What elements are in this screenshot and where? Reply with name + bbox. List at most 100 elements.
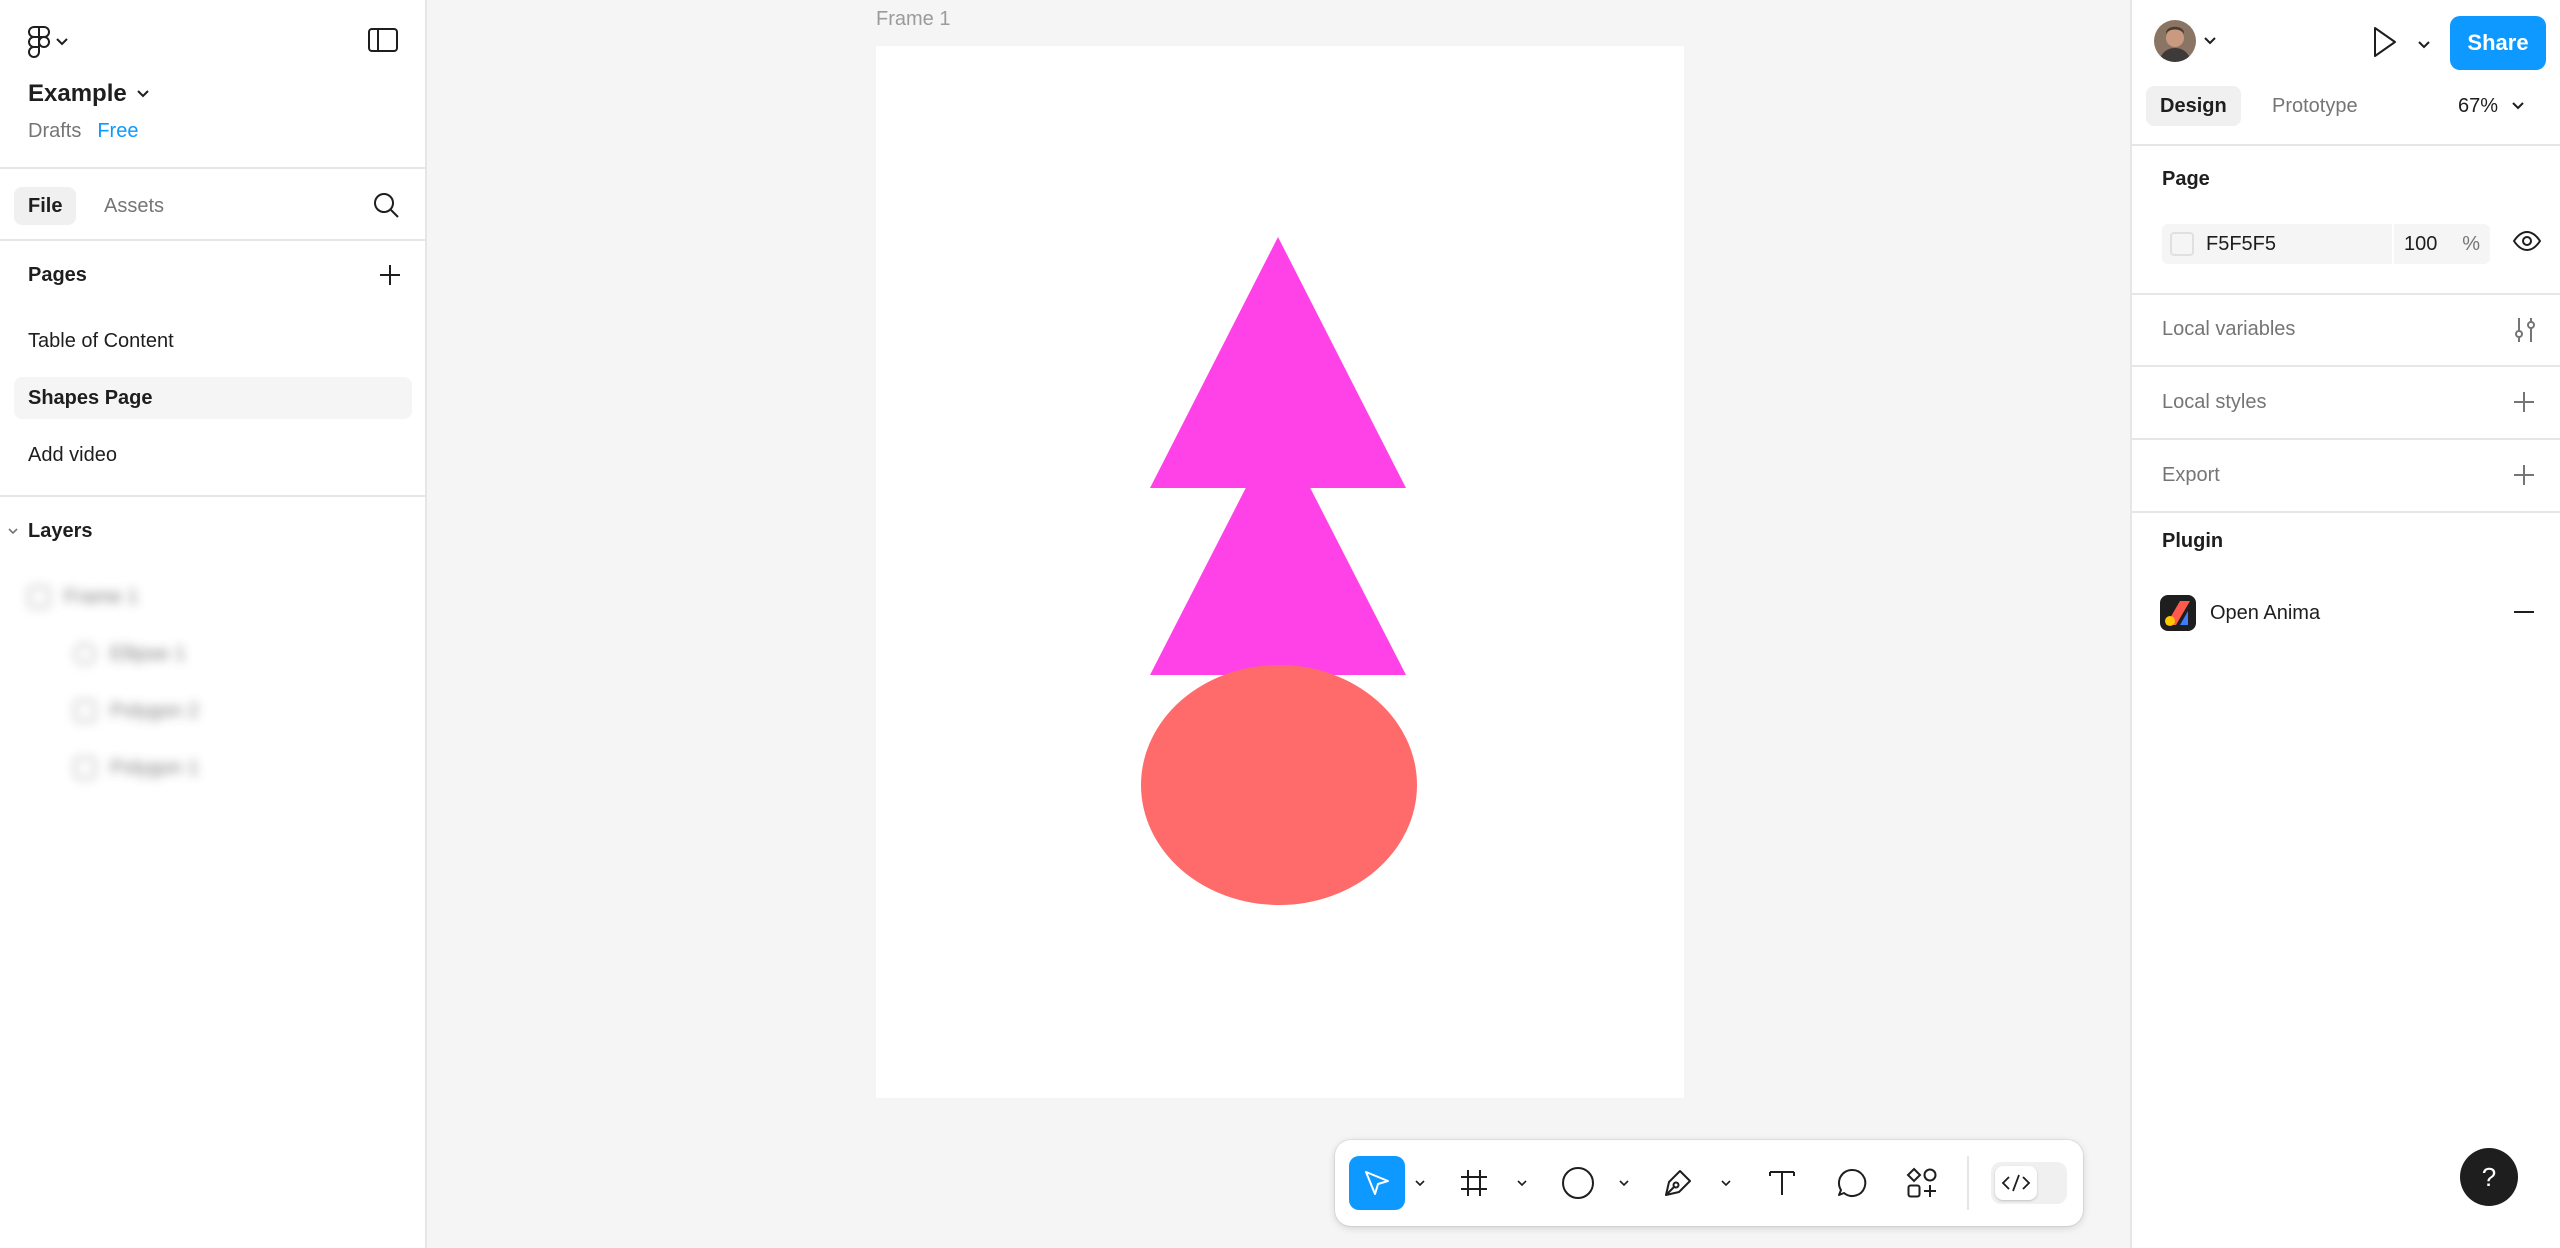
plus-icon [380, 265, 400, 285]
local-variables-button[interactable] [2512, 316, 2538, 349]
comment-tool-button[interactable] [1825, 1156, 1879, 1210]
local-styles-label[interactable]: Local styles [2162, 391, 2267, 414]
sidebar-panel-icon [368, 28, 398, 52]
search-button[interactable] [372, 191, 400, 224]
search-icon [374, 193, 399, 218]
layer-row[interactable]: Frame 1 [28, 582, 138, 612]
chevron-down-icon [137, 90, 149, 98]
page-item-shapes-page[interactable]: Shapes Page [14, 377, 412, 419]
dev-mode-toggle[interactable] [1991, 1162, 2067, 1204]
chevron-down-icon [56, 38, 68, 46]
pen-icon [1665, 1170, 1691, 1196]
share-button[interactable]: Share [2450, 16, 2546, 70]
ellipse-icon [1562, 1167, 1594, 1199]
user-avatar-icon [2154, 20, 2196, 62]
right-panel: Share Design Prototype 67% Page F5F5F5 1… [2130, 0, 2560, 1248]
eye-icon [2512, 230, 2542, 252]
frame-tool-button[interactable] [1447, 1156, 1501, 1210]
tab-assets[interactable]: Assets [104, 187, 164, 225]
polygon-layer-icon [74, 757, 96, 779]
tab-prototype[interactable]: Prototype [2272, 86, 2358, 126]
chevron-down-icon [1721, 1180, 1731, 1187]
tab-design[interactable]: Design [2146, 86, 2241, 126]
file-location[interactable]: Drafts [28, 120, 81, 143]
figma-app: Example Drafts Free File Assets Pages Ta… [0, 0, 2560, 1248]
background-color-field[interactable]: F5F5F5 [2162, 224, 2392, 264]
tab-file[interactable]: File [14, 187, 77, 225]
chevron-down-icon [1517, 1180, 1527, 1187]
file-name-dropdown[interactable]: Example [28, 80, 149, 108]
divider [2132, 511, 2560, 513]
code-icon [2001, 1174, 2031, 1192]
polygon-layer-icon [74, 700, 96, 722]
chevron-down-icon [2512, 102, 2524, 110]
frame[interactable] [876, 46, 1684, 1098]
move-tool-menu[interactable] [1415, 1174, 1425, 1192]
present-menu[interactable] [2418, 36, 2430, 54]
background-hex: F5F5F5 [2206, 232, 2277, 255]
layer-row[interactable]: Ellipse 1 [74, 639, 186, 669]
main-menu-button[interactable] [28, 26, 68, 58]
frame-tool-menu[interactable] [1517, 1174, 1527, 1192]
divider [2132, 144, 2560, 146]
dev-mode-knob [1995, 1166, 2037, 1200]
layer-row[interactable]: Polygon 2 [74, 696, 199, 726]
remove-plugin-button[interactable] [2514, 611, 2534, 613]
page-item-add-video[interactable]: Add video [14, 434, 412, 476]
divider [2132, 438, 2560, 440]
actions-tool-button[interactable] [1895, 1156, 1949, 1210]
pen-tool-menu[interactable] [1721, 1174, 1731, 1192]
play-icon [2374, 27, 2396, 57]
toggle-visibility-button[interactable] [2512, 230, 2542, 257]
export-label[interactable]: Export [2162, 464, 2220, 487]
layer-row[interactable]: Polygon 1 [74, 753, 199, 783]
frame-label[interactable]: Frame 1 [876, 8, 950, 31]
layers-header-label: Layers [28, 520, 93, 542]
chevron-down-icon [2418, 41, 2430, 49]
pages-header: Pages [28, 264, 87, 286]
left-tabs: File Assets [0, 167, 425, 241]
shape-tool-button[interactable] [1551, 1156, 1605, 1210]
opacity-unit: % [2462, 232, 2480, 255]
user-menu[interactable] [2154, 20, 2216, 62]
bottom-toolbar [1335, 1140, 2083, 1226]
add-export-button[interactable] [2512, 463, 2536, 492]
frame-hash-icon [1461, 1170, 1487, 1196]
zoom-level: 67% [2458, 94, 2499, 117]
cursor-arrow-icon [1365, 1171, 1389, 1195]
pen-tool-button[interactable] [1651, 1156, 1705, 1210]
zoom-dropdown[interactable]: 67% [2458, 86, 2524, 126]
anima-logo-icon [2160, 595, 2196, 631]
add-page-button[interactable] [378, 263, 402, 292]
anima-plugin-icon [2160, 595, 2196, 631]
canvas[interactable]: Frame 1 [429, 0, 2130, 1248]
layer-name: Ellipse 1 [110, 642, 186, 665]
divider [2132, 293, 2560, 295]
plugin-item-open-anima[interactable]: Open Anima [2160, 595, 2320, 631]
page-item-table-of-content[interactable]: Table of Content [14, 320, 412, 362]
layers-header-toggle[interactable]: Layers [8, 520, 93, 543]
variables-sliders-icon [2515, 318, 2535, 342]
ellipse-shape[interactable] [1141, 665, 1417, 905]
plan-badge[interactable]: Free [91, 118, 144, 145]
text-tool-button[interactable] [1755, 1156, 1809, 1210]
plus-icon [2514, 465, 2534, 485]
figma-logo-icon [28, 26, 50, 58]
add-local-style-button[interactable] [2512, 390, 2536, 419]
sidebar-toggle-button[interactable] [368, 28, 398, 57]
plugin-section-title: Plugin [2162, 530, 2224, 552]
background-opacity-field[interactable]: 100 % [2394, 224, 2490, 264]
file-meta: Drafts Free [28, 118, 144, 145]
help-button[interactable]: ? [2460, 1148, 2518, 1206]
layer-name: Polygon 2 [110, 699, 199, 722]
page-section-title: Page [2162, 168, 2210, 190]
color-swatch[interactable] [2170, 232, 2194, 256]
local-variables-label[interactable]: Local variables [2162, 318, 2295, 341]
present-button[interactable] [2372, 26, 2398, 63]
plus-icon [2514, 392, 2534, 412]
shape-tool-menu[interactable] [1619, 1174, 1629, 1192]
divider [2132, 365, 2560, 367]
move-tool-button[interactable] [1349, 1156, 1405, 1210]
text-icon [1769, 1171, 1795, 1195]
chevron-down-icon [1415, 1180, 1425, 1187]
